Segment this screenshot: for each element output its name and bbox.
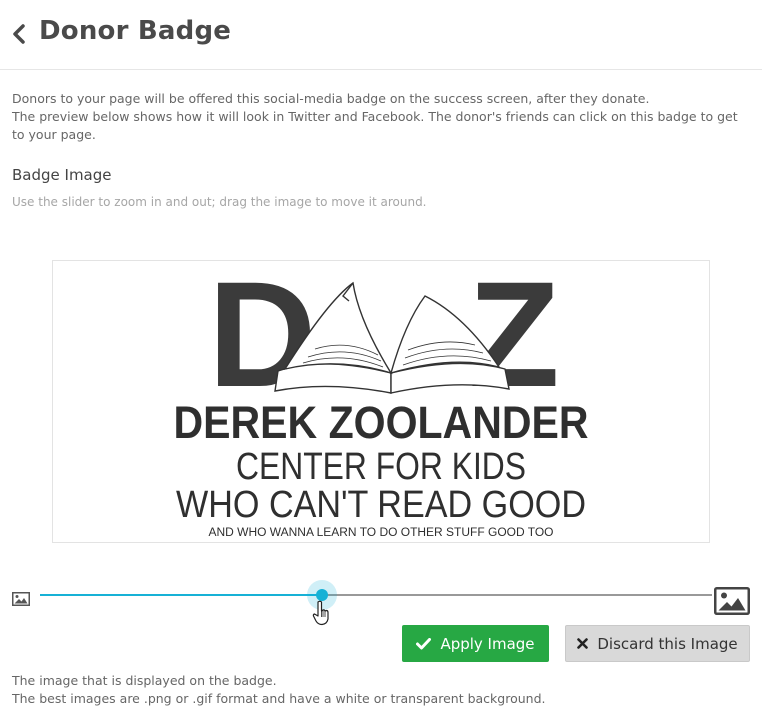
discard-image-label: Discard this Image [597, 634, 738, 653]
zoom-slider[interactable] [0, 578, 762, 626]
apply-image-button[interactable]: Apply Image [402, 625, 549, 662]
description-line-2: The preview below shows how it will look… [12, 109, 738, 142]
footer-line-2: The best images are .png or .gif format … [12, 691, 546, 706]
badge-letter-z: Z [468, 261, 560, 418]
close-icon [577, 638, 589, 649]
apply-image-label: Apply Image [440, 634, 535, 653]
zoom-slider-track[interactable] [40, 580, 712, 610]
header-bar: Donor Badge [0, 0, 762, 70]
discard-image-button[interactable]: Discard this Image [565, 625, 750, 662]
badge-line-1: DEREK ZOOLANDER [174, 397, 589, 448]
badge-line-3: WHO CAN'T READ GOOD [176, 484, 586, 526]
page-description: Donors to your page will be offered this… [12, 90, 752, 144]
image-small-icon[interactable] [12, 591, 30, 610]
description-line-1: Donors to your page will be offered this… [12, 91, 650, 106]
page-title: Donor Badge [39, 16, 232, 46]
image-large-icon[interactable] [714, 587, 750, 619]
back-button[interactable] [10, 20, 30, 48]
hand-cursor-icon [312, 600, 330, 630]
badge-line-2: CENTER FOR KIDS [236, 446, 526, 488]
zoom-slider-fill [40, 594, 323, 596]
badge-image-heading: Badge Image [12, 166, 112, 184]
badge-letter-d: D [208, 261, 316, 418]
check-icon [416, 637, 432, 650]
badge-footer-note: The image that is displayed on the badge… [12, 672, 545, 708]
footer-line-1: The image that is displayed on the badge… [12, 673, 277, 688]
badge-image-hint: Use the slider to zoom in and out; drag … [12, 195, 427, 209]
badge-image-preview[interactable]: D Z DEREK ZOOLANDER CENTER FOR KIDS WHO … [52, 260, 710, 543]
chevron-left-icon [13, 24, 25, 44]
badge-line-4: AND WHO WANNA LEARN TO DO OTHER STUFF GO… [209, 527, 554, 539]
